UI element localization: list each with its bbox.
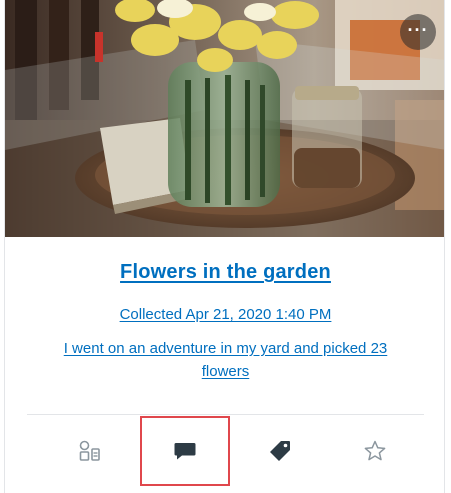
artifact-details: Flowers in the garden Collected Apr 21, … xyxy=(5,237,444,383)
tag-icon xyxy=(270,441,290,461)
toolbar-divider xyxy=(27,414,424,415)
comment-button[interactable] xyxy=(140,416,230,486)
rubric-icon xyxy=(79,440,100,461)
flowers-photo-image xyxy=(5,0,444,237)
tag-button[interactable] xyxy=(235,416,325,486)
more-options-button[interactable]: ··· xyxy=(400,14,436,50)
rubric-button[interactable] xyxy=(45,416,135,486)
collected-date-link[interactable]: Collected Apr 21, 2020 1:40 PM xyxy=(5,306,444,323)
favorite-button[interactable] xyxy=(330,416,420,486)
comment-icon xyxy=(174,443,196,460)
star-icon xyxy=(364,440,386,461)
artifact-toolbar xyxy=(5,416,444,486)
artifact-title-link[interactable]: Flowers in the garden xyxy=(5,261,444,284)
artifact-card: ··· Flowers in the garden Collected Apr … xyxy=(4,0,445,493)
artifact-photo[interactable]: ··· xyxy=(5,0,444,237)
artifact-description-link[interactable]: I went on an adventure in my yard and pi… xyxy=(61,337,391,383)
